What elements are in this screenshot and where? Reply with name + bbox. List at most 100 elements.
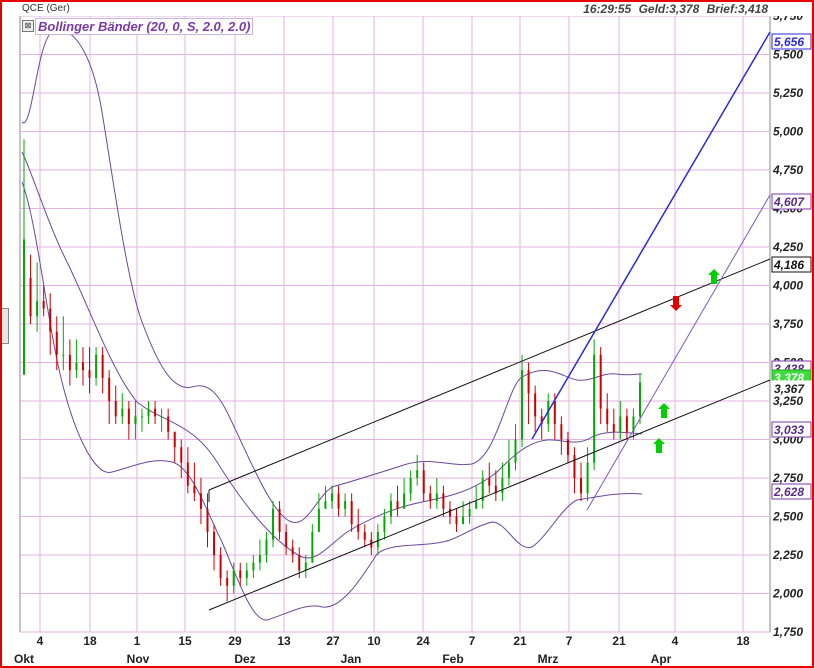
candle-body bbox=[403, 493, 406, 509]
candle-body bbox=[514, 439, 517, 463]
candle-body bbox=[167, 416, 170, 432]
price-chart: 5,7505,5005,2505,0004,7504,5004,2504,000… bbox=[14, 9, 812, 666]
candle-body bbox=[376, 531, 379, 548]
collapse-icon[interactable]: ⊠ bbox=[22, 20, 34, 32]
price-tag-label: 3,367 bbox=[774, 382, 805, 396]
candle-body bbox=[383, 516, 386, 532]
candle-body bbox=[180, 447, 183, 463]
x-month-label: Jan bbox=[341, 652, 362, 666]
x-month-label: Apr bbox=[651, 652, 672, 666]
candle-body bbox=[265, 539, 268, 555]
y-tick-label: 4,250 bbox=[772, 240, 803, 254]
x-day-label: 7 bbox=[566, 634, 573, 648]
candle-body bbox=[448, 508, 451, 517]
candle-body bbox=[527, 370, 530, 394]
candle-body bbox=[350, 501, 353, 525]
candle-body bbox=[232, 570, 235, 586]
candle-body bbox=[409, 478, 412, 494]
x-day-label: 4 bbox=[672, 634, 679, 648]
candle-body bbox=[599, 354, 602, 409]
candle-body bbox=[435, 493, 438, 502]
price-tag-label: 3,033 bbox=[774, 423, 804, 437]
x-day-label: 13 bbox=[277, 634, 291, 648]
candle-body bbox=[363, 531, 366, 540]
candle-body bbox=[462, 516, 465, 525]
x-day-label: 1 bbox=[134, 634, 141, 648]
candle-body bbox=[468, 508, 471, 517]
candle-body bbox=[573, 454, 576, 478]
candle-body bbox=[455, 516, 458, 525]
candle-body bbox=[252, 562, 255, 571]
indicator-label[interactable]: Bollinger Bänder (20, 0, S, 2.0, 2.0) bbox=[35, 18, 254, 35]
candle-body bbox=[586, 462, 589, 494]
y-tick-label: 4,000 bbox=[772, 279, 803, 293]
x-day-label: 18 bbox=[736, 634, 750, 648]
candle-body bbox=[619, 416, 622, 432]
candle-body bbox=[114, 401, 117, 417]
price-tag-label: 5,656 bbox=[774, 35, 804, 49]
candle-body bbox=[422, 470, 425, 494]
candle-body bbox=[193, 485, 196, 494]
x-day-label: 4 bbox=[37, 634, 44, 648]
candle-body bbox=[488, 478, 491, 486]
candle-body bbox=[245, 570, 248, 579]
x-day-label: 21 bbox=[513, 634, 527, 648]
x-day-label: 29 bbox=[228, 634, 242, 648]
x-day-label: 27 bbox=[326, 634, 340, 648]
price-tag-label: 2,628 bbox=[773, 485, 804, 499]
y-tick-label: 2,250 bbox=[772, 548, 803, 562]
candle-body bbox=[226, 578, 229, 586]
candle-body bbox=[337, 493, 340, 509]
chart-window: 5,7505,5005,2505,0004,7504,5004,2504,000… bbox=[0, 0, 814, 668]
x-day-label: 21 bbox=[612, 634, 626, 648]
candle-body bbox=[389, 501, 392, 517]
candle-body bbox=[49, 308, 52, 332]
candle-body bbox=[272, 508, 275, 540]
side-handle[interactable] bbox=[2, 308, 9, 344]
x-day-label: 7 bbox=[469, 634, 476, 648]
candle-body bbox=[580, 478, 583, 494]
candle-body bbox=[507, 462, 510, 478]
candle-body bbox=[317, 508, 320, 532]
candle-body bbox=[199, 493, 202, 509]
candle-body bbox=[442, 493, 445, 509]
ask-readout: Brief:3,418 bbox=[706, 2, 768, 16]
candle-body bbox=[36, 300, 39, 317]
candle-body bbox=[331, 493, 333, 502]
candle-body bbox=[285, 531, 288, 548]
candle-body bbox=[304, 562, 307, 571]
candle-body bbox=[62, 354, 65, 356]
candle-body bbox=[68, 354, 71, 371]
candle-body bbox=[239, 570, 242, 579]
candle-body bbox=[553, 401, 556, 425]
candle-body bbox=[121, 408, 124, 417]
candle-body bbox=[593, 354, 596, 463]
candle-body bbox=[501, 478, 504, 494]
x-month-label: Nov bbox=[127, 652, 150, 666]
y-tick-label: 1,750 bbox=[773, 625, 803, 639]
x-day-label: 15 bbox=[178, 634, 192, 648]
price-tag-label: 4,186 bbox=[773, 258, 804, 272]
candle-body bbox=[134, 416, 137, 425]
candle-body bbox=[606, 408, 609, 425]
candle-body bbox=[101, 354, 104, 378]
bid-readout: Geld:3,378 bbox=[638, 2, 700, 16]
candle-body bbox=[298, 555, 301, 571]
candle-body bbox=[396, 501, 399, 509]
candle-body bbox=[55, 331, 58, 355]
candle-body bbox=[23, 239, 25, 375]
candle-body bbox=[258, 555, 261, 563]
x-month-label: Dez bbox=[234, 652, 255, 666]
candle-body bbox=[29, 277, 32, 317]
y-tick-label: 2,750 bbox=[772, 471, 803, 485]
x-month-label: Mrz bbox=[538, 652, 559, 666]
y-tick-label: 2,500 bbox=[772, 510, 803, 524]
candle-body bbox=[560, 424, 563, 440]
y-tick-label: 3,750 bbox=[773, 317, 803, 331]
candle-body bbox=[154, 408, 157, 417]
candle-body bbox=[219, 555, 222, 579]
candle-body bbox=[108, 377, 111, 401]
x-day-label: 24 bbox=[416, 634, 430, 648]
candle-body bbox=[127, 408, 130, 425]
candle-body bbox=[324, 501, 327, 509]
